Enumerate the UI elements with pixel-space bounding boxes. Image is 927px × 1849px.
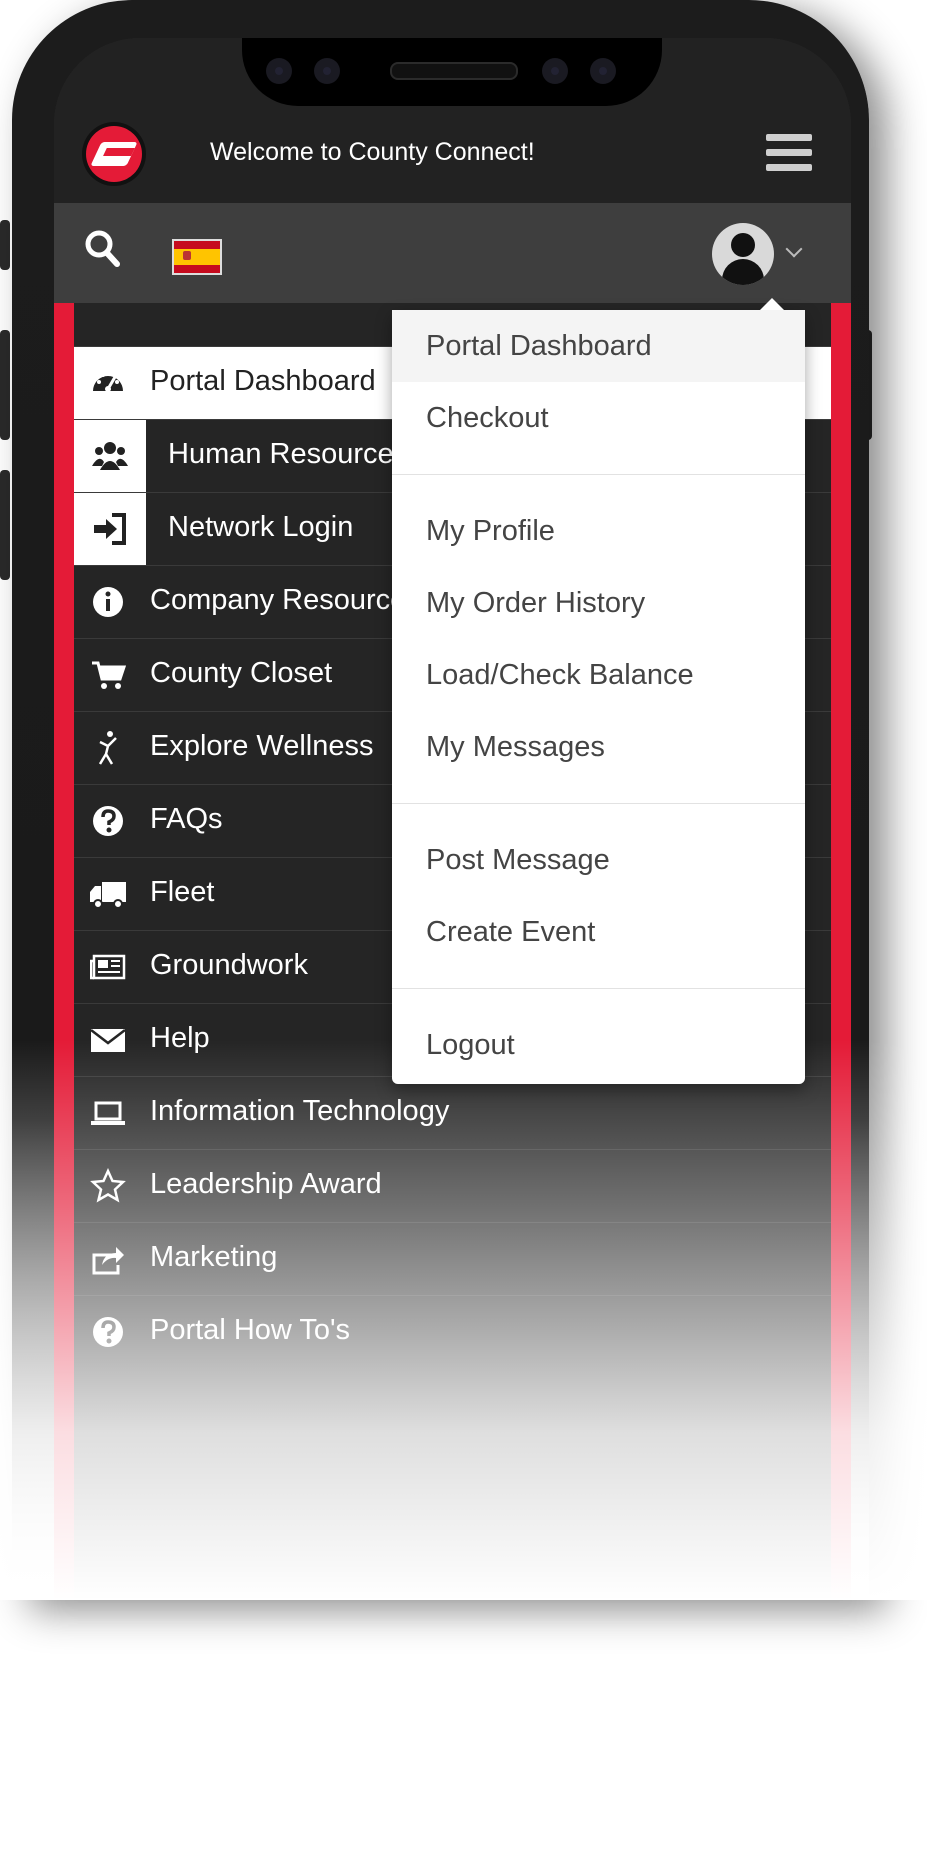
sidebar-item-label: County Closet: [150, 657, 333, 689]
sidebar-item-label: Groundwork: [150, 949, 308, 981]
menu-item-logout[interactable]: Logout: [392, 1009, 805, 1081]
envelope-icon: [90, 1029, 126, 1052]
user-dropdown-menu: Portal Dashboard Checkout My Profile My …: [392, 298, 805, 1084]
sidebar-item-label: Human Resources: [168, 438, 409, 470]
question-icon: [93, 1317, 123, 1347]
sidebar-item-label: Portal How To's: [150, 1314, 351, 1346]
sign-in-icon: [94, 513, 126, 545]
sidebar-item-label: Marketing: [150, 1241, 278, 1273]
hamburger-menu-icon[interactable]: [766, 134, 812, 174]
menu-item-portal-dashboard[interactable]: Portal Dashboard: [392, 310, 805, 382]
dashboard-icon: [93, 373, 123, 392]
sensor-icon: [590, 58, 616, 84]
phone-side-button: [0, 470, 10, 580]
county-connect-logo[interactable]: [82, 122, 146, 186]
menu-divider: [392, 803, 805, 804]
sidebar-item-label: Portal Dashboard: [150, 365, 376, 397]
search-icon[interactable]: [84, 229, 120, 269]
sidebar-item-label: Fleet: [150, 876, 215, 908]
phone-side-button: [0, 330, 10, 440]
menu-item-checkout[interactable]: Checkout: [392, 382, 805, 454]
sidebar-item-label: Help: [150, 1022, 210, 1054]
chevron-down-icon[interactable]: [785, 240, 803, 258]
sidebar-item-label: Leadership Award: [150, 1168, 382, 1200]
menu-item-my-messages[interactable]: My Messages: [392, 711, 805, 783]
phone-side-button: [0, 220, 10, 270]
users-icon: [92, 442, 128, 470]
sidebar-item-label: FAQs: [150, 803, 223, 835]
sidebar-item-label: Company Resources: [150, 584, 421, 616]
share-icon: [92, 1247, 124, 1275]
newspaper-icon: [90, 954, 126, 980]
sidebar-item-leadership-award[interactable]: Leadership Award: [74, 1149, 831, 1222]
spain-flag-icon[interactable]: [172, 239, 222, 275]
sidebar-item-marketing[interactable]: Marketing: [74, 1222, 831, 1295]
wellness-icon: [98, 731, 117, 765]
question-icon: [93, 806, 123, 836]
speaker-grille: [390, 62, 518, 80]
star-icon: [90, 1168, 126, 1203]
sensor-icon: [314, 58, 340, 84]
menu-divider: [392, 474, 805, 475]
phone-notch: [242, 38, 662, 106]
sidebar-item-label: Network Login: [168, 511, 354, 543]
sidebar-item-portal-how-tos[interactable]: Portal How To's: [74, 1295, 831, 1368]
avatar[interactable]: [712, 223, 774, 285]
menu-item-load-check-balance[interactable]: Load/Check Balance: [392, 639, 805, 711]
sensor-icon: [266, 58, 292, 84]
menu-divider: [392, 988, 805, 989]
page-title: Welcome to County Connect!: [210, 138, 535, 166]
menu-item-my-profile[interactable]: My Profile: [392, 495, 805, 567]
menu-item-my-order-history[interactable]: My Order History: [392, 567, 805, 639]
menu-item-create-event[interactable]: Create Event: [392, 896, 805, 968]
info-icon: [93, 587, 123, 617]
camera-icon: [542, 58, 568, 84]
menu-item-post-message[interactable]: Post Message: [392, 824, 805, 896]
sidebar-item-information-technology[interactable]: Information Technology: [74, 1076, 831, 1149]
cart-icon: [92, 661, 126, 689]
sidebar-item-label: Information Technology: [150, 1095, 450, 1127]
app-toolbar: [54, 203, 851, 303]
truck-icon: [90, 882, 126, 909]
sidebar-item-label: Explore Wellness: [150, 730, 374, 762]
laptop-icon: [91, 1101, 125, 1125]
